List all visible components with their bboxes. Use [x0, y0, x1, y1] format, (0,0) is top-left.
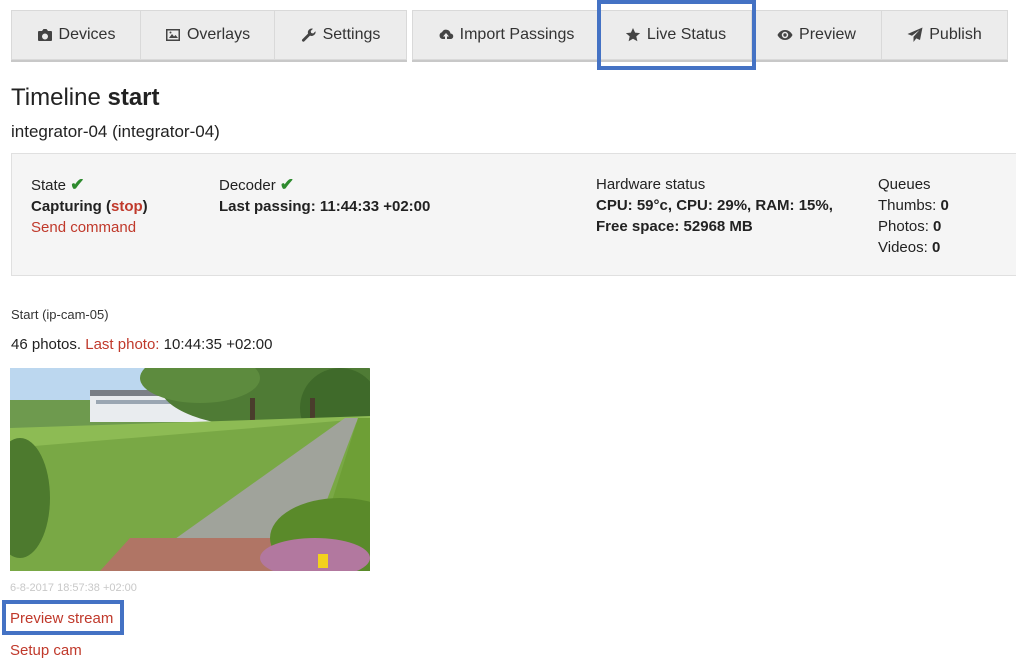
- overlays-button[interactable]: Overlays: [141, 10, 275, 60]
- cloud-upload-icon: [439, 29, 453, 39]
- publish-button[interactable]: Publish: [882, 10, 1008, 60]
- send-icon: [907, 27, 923, 42]
- queues-column: Queues Thumbs: 0 Photos: 0 Videos: 0: [878, 174, 949, 258]
- picture-icon: [165, 29, 180, 41]
- thumbs-value: 0: [940, 197, 949, 214]
- settings-label: Settings: [322, 26, 381, 43]
- devices-label: Devices: [58, 26, 116, 43]
- camera-title: Start (ip-cam-05): [11, 307, 109, 322]
- last-photo-link[interactable]: Last photo:: [85, 336, 159, 353]
- snapshot-timestamp: 6-8-2017 18:57:38 +02:00: [10, 582, 137, 594]
- eye-icon: [777, 30, 793, 40]
- decoder-column: Decoder ✔ Last passing: 11:44:33 +02:00: [219, 174, 430, 217]
- state-column: State ✔ Capturing (stop) Send command: [31, 174, 148, 238]
- videos-value: 0: [931, 239, 941, 256]
- import-passings-button[interactable]: Import Passings: [412, 10, 600, 60]
- hardware-line-2: Free space: 52968 MB: [596, 218, 753, 235]
- send-command-link[interactable]: Send command: [31, 217, 148, 238]
- hardware-line-1: CPU: 59°c, CPU: 29%, RAM: 15%,: [596, 197, 833, 214]
- camera-icon: [37, 29, 52, 41]
- photos-summary: 46 photos. Last photo: 10:44:35 +02:00: [11, 336, 273, 353]
- photos-label: Photos:: [878, 218, 929, 235]
- check-icon: ✔: [279, 175, 295, 194]
- nav-group-config: Devices Overlays Settings: [11, 10, 407, 60]
- preview-label: Preview: [799, 26, 856, 43]
- hardware-label: Hardware status: [596, 176, 706, 193]
- page-title-prefix: Timeline: [11, 84, 101, 111]
- status-panel: State ✔ Capturing (stop) Send command De…: [11, 153, 1016, 276]
- videos-label: Videos:: [878, 239, 928, 256]
- page-title: Timeline start: [11, 84, 160, 112]
- thumbs-label: Thumbs:: [878, 197, 937, 214]
- hardware-column: Hardware status CPU: 59°c, CPU: 29%, RAM…: [596, 174, 833, 237]
- state-paren-close: ): [142, 198, 148, 215]
- overlays-label: Overlays: [186, 26, 251, 43]
- photo-count: 46 photos.: [11, 336, 82, 353]
- devices-button[interactable]: Devices: [11, 10, 141, 60]
- live-status-highlight: [597, 0, 756, 70]
- preview-stream-link[interactable]: Preview stream: [10, 610, 113, 627]
- state-label: State: [31, 177, 67, 194]
- setup-cam-link[interactable]: Setup cam: [10, 642, 82, 659]
- wrench-icon: [301, 28, 316, 42]
- last-photo-time: 10:44:35 +02:00: [163, 336, 273, 353]
- camera-snapshot-image: [10, 368, 370, 571]
- settings-button[interactable]: Settings: [275, 10, 407, 60]
- page-title-bold: start: [107, 84, 160, 111]
- import-passings-label: Import Passings: [459, 26, 575, 43]
- preview-button[interactable]: Preview: [752, 10, 882, 60]
- page-subtitle: integrator-04 (integrator-04): [11, 122, 220, 141]
- camera-snapshot[interactable]: [10, 368, 370, 571]
- stop-link[interactable]: stop: [111, 198, 143, 215]
- check-icon: ✔: [70, 175, 85, 194]
- state-value: Capturing: [31, 198, 102, 215]
- photos-value: 0: [933, 218, 942, 235]
- last-passing: Last passing: 11:44:33 +02:00: [219, 198, 431, 215]
- queues-label: Queues: [878, 176, 931, 193]
- publish-label: Publish: [929, 26, 982, 43]
- decoder-label: Decoder: [219, 177, 276, 194]
